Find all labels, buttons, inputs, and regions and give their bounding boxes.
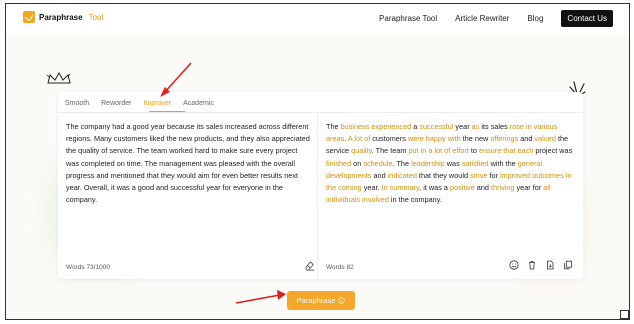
top-navbar: Paraphrase Tool Paraphrase Tool Article … — [6, 4, 629, 34]
nav-links: Paraphrase Tool Article Rewriter Blog Co… — [379, 10, 613, 27]
output-changed-phrase[interactable]: positive — [450, 183, 475, 192]
brand-sub: Tool — [88, 12, 104, 22]
output-changed-phrase[interactable]: were happy with — [408, 134, 461, 143]
output-unchanged-phrase: project was — [533, 146, 573, 156]
output-changed-phrase[interactable]: strive — [470, 171, 487, 180]
brand-name: Paraphrase — [39, 12, 83, 22]
active-tab-indicator — [149, 111, 185, 112]
paraphrase-button[interactable]: Paraphrase — [287, 291, 355, 310]
output-unchanged-phrase: on — [351, 158, 364, 168]
output-unchanged-phrase: that they would — [416, 170, 471, 180]
trash-icon[interactable] — [527, 260, 537, 270]
output-changed-phrase[interactable]: successful — [419, 122, 453, 131]
paraphrase-card: Smooth Reworder Improver Academic The co… — [58, 92, 583, 279]
tab-reworder[interactable]: Reworder — [101, 100, 131, 107]
tab-smooth[interactable]: Smooth — [65, 100, 89, 107]
output-unchanged-phrase: for — [487, 170, 501, 180]
paraphrase-button-label: Paraphrase — [296, 296, 336, 305]
output-unchanged-phrase: , it was a — [419, 183, 450, 193]
output-unchanged-phrase: and — [518, 134, 535, 144]
output-unchanged-phrase: The — [326, 122, 341, 131]
output-unchanged-phrase: . The — [392, 158, 412, 168]
copy-icon[interactable] — [563, 260, 573, 270]
output-changed-phrase[interactable]: leadership — [411, 159, 445, 168]
output-changed-phrase[interactable]: business experienced — [341, 122, 412, 131]
tabs-separator — [58, 112, 583, 113]
resize-handle[interactable] — [620, 310, 629, 319]
annotation-arrow-tab — [160, 62, 192, 97]
logo-check-icon — [23, 11, 35, 23]
output-unchanged-phrase: with the — [488, 158, 518, 168]
input-word-count: Words 73/1000 — [66, 264, 110, 271]
nav-link-paraphrase-tool[interactable]: Paraphrase Tool — [379, 14, 437, 23]
output-changed-phrase[interactable]: schedule — [363, 159, 392, 168]
input-textarea[interactable]: The company had a good year because its … — [66, 121, 311, 206]
output-changed-phrase[interactable]: finished — [326, 159, 351, 168]
crown-doodle-icon — [46, 72, 71, 84]
output-changed-phrase[interactable]: indicated — [388, 171, 417, 180]
brand-logo[interactable]: Paraphrase Tool — [23, 11, 103, 23]
output-changed-phrase[interactable]: A lot of — [348, 134, 370, 143]
output-unchanged-phrase: year — [453, 122, 472, 131]
output-unchanged-phrase: year. — [361, 183, 382, 193]
annotation-arrow-button — [235, 290, 286, 304]
nav-link-blog[interactable]: Blog — [527, 14, 543, 23]
pane-divider — [317, 112, 318, 279]
output-unchanged-phrase: and — [371, 170, 388, 180]
output-unchanged-phrase: was — [444, 158, 462, 168]
download-icon[interactable] — [545, 260, 555, 270]
nav-link-article-rewriter[interactable]: Article Rewriter — [455, 14, 509, 23]
output-word-count: Words 82 — [326, 264, 354, 271]
output-unchanged-phrase: and — [474, 183, 491, 193]
output-actions — [509, 260, 573, 270]
output-changed-phrase[interactable]: valued — [534, 134, 556, 143]
output-unchanged-phrase: to — [468, 146, 479, 156]
output-unchanged-phrase: customers — [370, 134, 408, 144]
output-unchanged-phrase: . The team — [371, 146, 409, 156]
output-changed-phrase[interactable]: quality — [351, 146, 372, 155]
tab-academic[interactable]: Academic — [183, 100, 214, 107]
tab-improver[interactable]: Improver — [143, 100, 171, 107]
eraser-icon[interactable] — [304, 260, 315, 271]
output-changed-phrase[interactable]: In summary — [382, 183, 420, 192]
page-frame: Paraphrase Tool Paraphrase Tool Article … — [5, 3, 630, 320]
output-text[interactable]: The business experienced a successful ye… — [326, 121, 578, 206]
output-changed-phrase[interactable]: thriving — [491, 183, 515, 192]
output-changed-phrase[interactable]: satisfied — [462, 159, 489, 168]
output-unchanged-phrase: its sales — [479, 122, 510, 131]
output-unchanged-phrase: year for — [514, 183, 544, 193]
output-unchanged-phrase: the new — [460, 134, 491, 144]
output-changed-phrase[interactable]: put in a lot of effort — [408, 146, 468, 155]
contact-us-button[interactable]: Contact Us — [561, 10, 613, 27]
info-icon — [338, 297, 346, 304]
output-changed-phrase[interactable]: offerings — [490, 134, 518, 143]
smiley-icon[interactable] — [509, 260, 519, 270]
output-changed-phrase[interactable]: ensure that each — [479, 146, 533, 155]
mode-tabs: Smooth Reworder Improver Academic — [65, 100, 214, 107]
output-unchanged-phrase: in the company. — [388, 195, 442, 205]
